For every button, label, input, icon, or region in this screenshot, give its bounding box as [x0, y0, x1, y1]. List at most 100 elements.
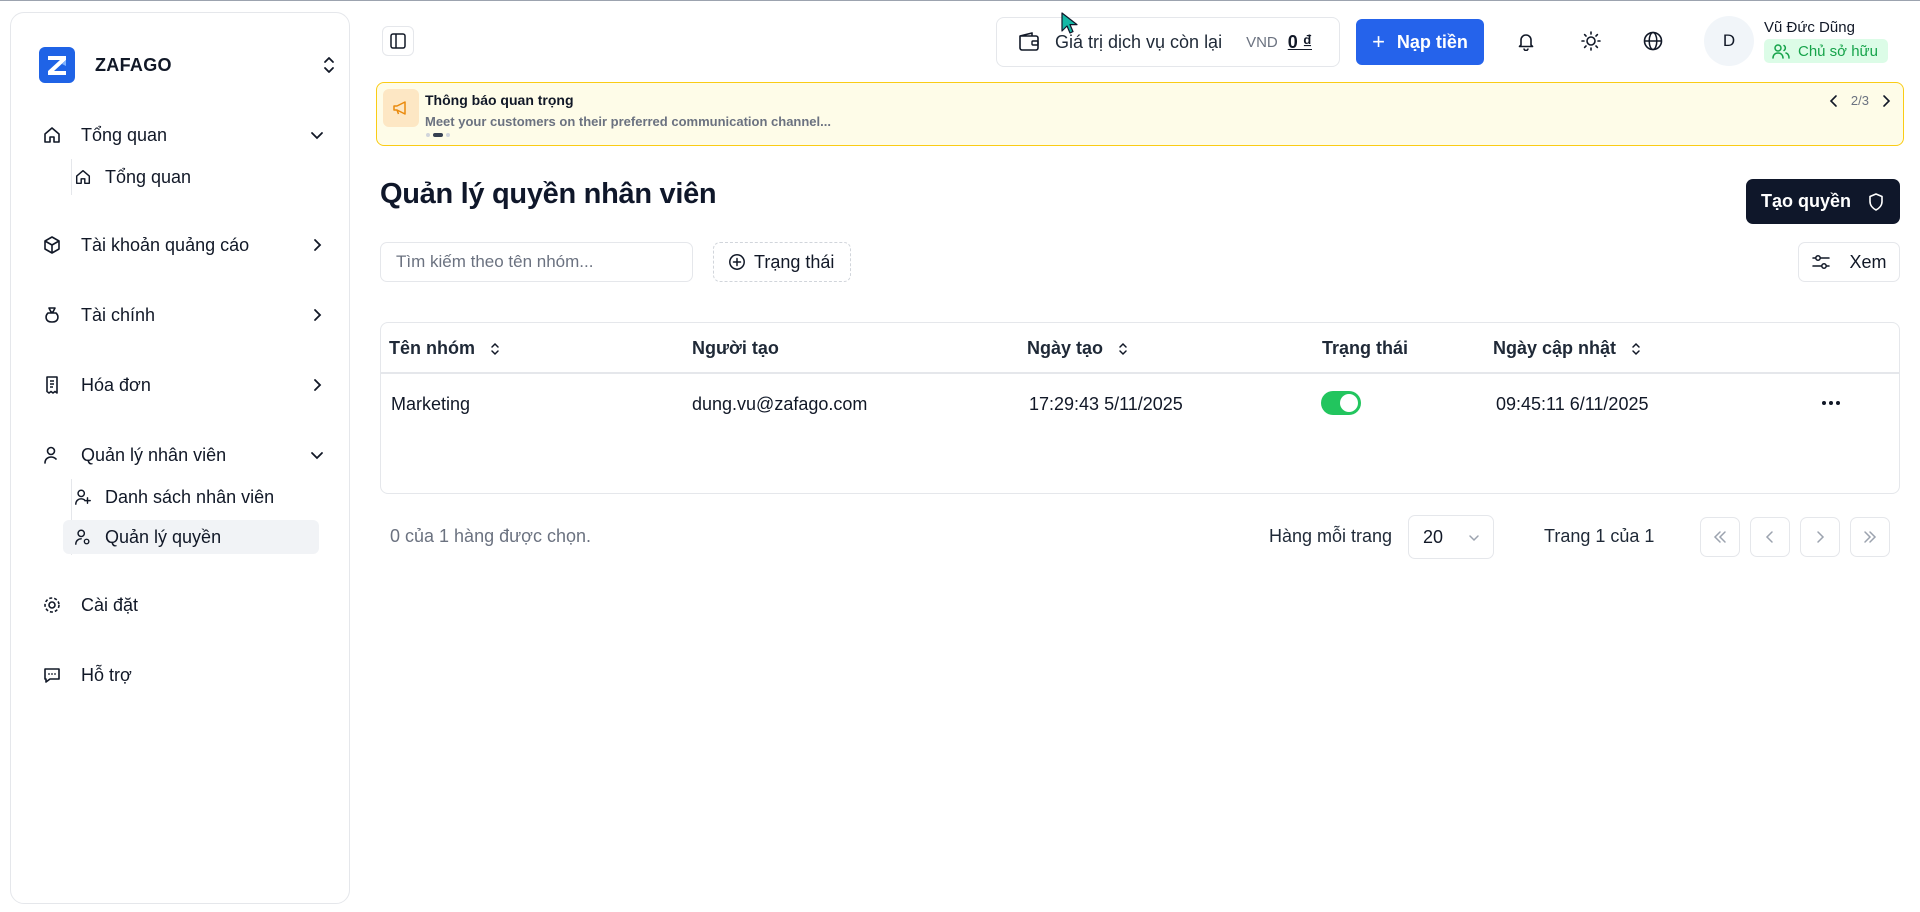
user-name: Vũ Đức Dũng: [1764, 19, 1855, 36]
sidebar-item-label: Cài đặt: [81, 594, 139, 615]
sliders-icon: [1812, 255, 1831, 269]
announcement-dot-active[interactable]: [433, 133, 443, 137]
rows-per-page-value: 20: [1423, 526, 1444, 547]
next-page-button[interactable]: [1800, 517, 1840, 557]
user-role-label: Chủ sở hữu: [1798, 42, 1878, 60]
permissions-table: Tên nhóm Người tạo Ngày tạo Trạng thái N…: [380, 322, 1900, 494]
column-header-label: Tên nhóm: [389, 338, 475, 358]
sidebar: ZAFAGO Tổng quan Tổng quan Tài khoản quả…: [10, 12, 350, 904]
rows-per-page-select[interactable]: 20: [1408, 515, 1494, 559]
chevrons-up-down-icon[interactable]: [319, 53, 339, 77]
language-button[interactable]: [1640, 28, 1666, 54]
announcement-dots: [426, 133, 450, 137]
column-header-label: Trạng thái: [1322, 338, 1409, 358]
announcement-title: Thông báo quan trọng: [425, 92, 574, 108]
sidebar-item-overview[interactable]: Tổng quan: [31, 115, 341, 155]
users-icon: [1772, 44, 1790, 59]
view-options-label: Xem: [1849, 251, 1887, 272]
chevron-left-icon[interactable]: [1827, 94, 1841, 108]
column-header-name[interactable]: Tên nhóm: [389, 338, 501, 359]
sidebar-panel-icon: [390, 33, 406, 49]
chevrons-right-icon: [1864, 531, 1877, 543]
chevrons-left-icon: [1713, 531, 1726, 543]
sidebar-item-settings[interactable]: Cài đặt: [31, 585, 341, 625]
user-icon: [41, 444, 63, 466]
announcement-dot[interactable]: [426, 133, 430, 137]
mouse-cursor-icon: [1061, 12, 1078, 34]
announcement-text: Meet your customers on their preferred c…: [425, 114, 831, 129]
sidebar-item-label: Tổng quan: [81, 124, 168, 145]
status-filter-button[interactable]: Trạng thái: [713, 242, 851, 282]
more-dot: [1822, 401, 1826, 405]
brand-switcher[interactable]: ZAFAGO: [39, 35, 339, 95]
search-input[interactable]: [380, 242, 693, 282]
column-header-label: Người tạo: [692, 338, 779, 358]
sidebar-item-support[interactable]: Hỗ trợ: [31, 655, 341, 695]
sidebar-item-invoices[interactable]: Hóa đơn: [31, 365, 341, 405]
column-header-creator: Người tạo: [692, 338, 779, 359]
sidebar-subitem-label: Tổng quan: [105, 166, 192, 187]
cell-updated-at: 09:45:11 6/11/2025: [1496, 394, 1649, 414]
sidebar-item-finance[interactable]: Tài chính: [31, 295, 341, 335]
row-actions-button[interactable]: [1817, 391, 1845, 415]
chevron-down-icon: [311, 452, 323, 460]
sidebar-item-staff-management[interactable]: Quản lý nhân viên: [31, 435, 341, 475]
theme-toggle-button[interactable]: [1578, 28, 1604, 54]
sidebar-item-label: Hỗ trợ: [81, 664, 132, 685]
brand-logo: [39, 47, 75, 83]
page-info: Trang 1 của 1: [1544, 526, 1655, 546]
column-header-label: Ngày tạo: [1027, 338, 1104, 358]
balance-currency: VND: [1246, 33, 1278, 51]
announcement-page-indicator: 2/3: [1850, 93, 1869, 108]
create-permission-button[interactable]: Tạo quyền: [1746, 179, 1900, 224]
sidebar-item-label: Quản lý nhân viên: [81, 444, 227, 465]
sidebar-subitem-staff-list[interactable]: Danh sách nhân viên: [63, 480, 319, 514]
chevron-right-icon: [314, 239, 322, 251]
table-header-divider: [381, 372, 1899, 374]
sidebar-item-label: Hóa đơn: [81, 374, 151, 395]
status-toggle[interactable]: [1321, 391, 1361, 415]
sun-icon: [1581, 31, 1601, 51]
more-dot: [1836, 401, 1840, 405]
sidebar-subitem-overview[interactable]: Tổng quan: [63, 160, 319, 194]
gear-icon: [41, 594, 63, 616]
announcement-dot[interactable]: [446, 133, 450, 137]
balance-widget[interactable]: Giá trị dịch vụ còn lại VND 0 ₫: [996, 17, 1340, 67]
sidebar-toggle-button[interactable]: [382, 26, 414, 56]
sidebar-item-ad-accounts[interactable]: Tài khoản quảng cáo: [31, 225, 341, 265]
column-header-updated[interactable]: Ngày cập nhật: [1493, 338, 1642, 359]
sort-icon: [1119, 342, 1127, 355]
create-permission-label: Tạo quyền: [1760, 191, 1851, 211]
rows-per-page-label: Hàng mỗi trang: [1269, 526, 1393, 546]
globe-icon: [1643, 31, 1663, 51]
home-icon: [73, 167, 93, 187]
money-bag-icon: [41, 304, 63, 326]
chevron-right-icon: [1817, 531, 1825, 543]
avatar[interactable]: D: [1704, 16, 1754, 66]
view-options-button[interactable]: Xem: [1798, 242, 1900, 282]
first-page-button[interactable]: [1700, 517, 1740, 557]
page-title: Quản lý quyền nhân viên: [380, 178, 717, 210]
topup-label: Nạp tiền: [1396, 31, 1468, 52]
megaphone-icon: [383, 89, 419, 127]
chevron-right-icon[interactable]: [1879, 94, 1893, 108]
notification-bell-button[interactable]: [1513, 28, 1539, 54]
chevron-right-icon: [314, 309, 322, 321]
receipt-icon: [41, 374, 63, 396]
plus-circle-icon: [729, 254, 745, 270]
cell-creator: dung.vu@zafago.com: [692, 394, 868, 414]
sidebar-subitem-label: Danh sách nhân viên: [105, 486, 275, 507]
chat-icon: [41, 664, 63, 686]
cell-group-name: Marketing: [391, 394, 471, 414]
topup-button[interactable]: + Nạp tiền: [1356, 19, 1484, 65]
chevron-down-icon: [1469, 535, 1479, 542]
shield-icon: [1869, 192, 1883, 211]
column-header-created[interactable]: Ngày tạo: [1027, 338, 1129, 359]
sidebar-subitem-permissions[interactable]: Quản lý quyền: [63, 520, 319, 554]
sort-icon: [491, 342, 499, 355]
previous-page-button[interactable]: [1750, 517, 1790, 557]
sidebar-item-label: Tài chính: [81, 304, 156, 325]
chevron-down-icon: [311, 132, 323, 140]
last-page-button[interactable]: [1850, 517, 1890, 557]
brand-name: ZAFAGO: [95, 54, 172, 75]
